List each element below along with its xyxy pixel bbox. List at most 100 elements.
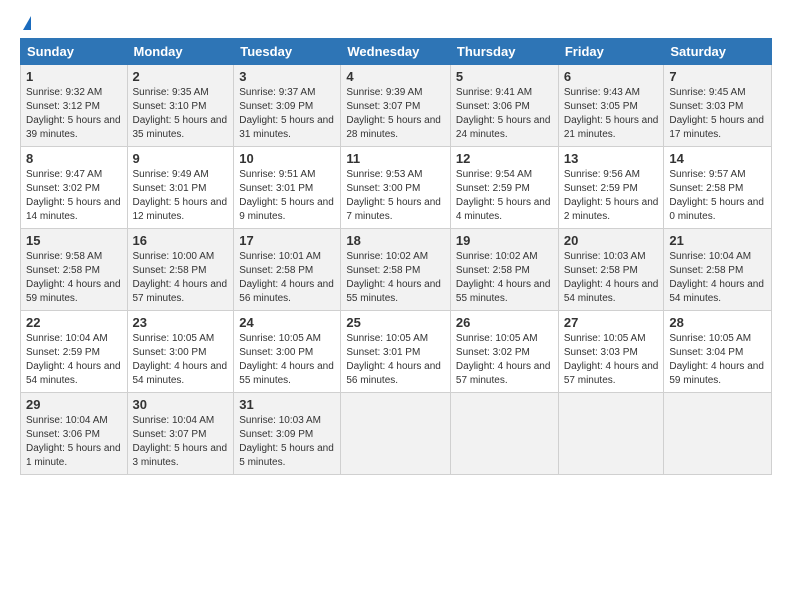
calendar-cell: [341, 393, 451, 475]
day-number: 27: [564, 315, 659, 330]
sunrise-text: Sunrise: 9:37 AMSunset: 3:09 PMDaylight:…: [239, 87, 334, 140]
sunrise-text: Sunrise: 9:51 AMSunset: 3:01 PMDaylight:…: [239, 169, 334, 222]
day-number: 11: [346, 151, 445, 166]
day-number: 14: [669, 151, 766, 166]
calendar-cell: [450, 393, 558, 475]
calendar-cell: 23 Sunrise: 10:05 AMSunset: 3:00 PMDaylig…: [127, 311, 234, 393]
sunrise-text: Sunrise: 9:41 AMSunset: 3:06 PMDaylight:…: [456, 87, 551, 140]
calendar-week-row: 15 Sunrise: 9:58 AMSunset: 2:58 PMDayligh…: [21, 229, 772, 311]
day-number: 2: [133, 69, 229, 84]
sunrise-text: Sunrise: 10:05 AMSunset: 3:01 PMDaylight…: [346, 333, 441, 386]
calendar-cell: 29 Sunrise: 10:04 AMSunset: 3:06 PMDaylig…: [21, 393, 128, 475]
sunrise-text: Sunrise: 10:00 AMSunset: 2:58 PMDaylight…: [133, 251, 228, 304]
calendar-cell: 18 Sunrise: 10:02 AMSunset: 2:58 PMDaylig…: [341, 229, 451, 311]
day-number: 13: [564, 151, 659, 166]
day-number: 10: [239, 151, 335, 166]
calendar-cell: 11 Sunrise: 9:53 AMSunset: 3:00 PMDayligh…: [341, 147, 451, 229]
calendar-cell: 26 Sunrise: 10:05 AMSunset: 3:02 PMDaylig…: [450, 311, 558, 393]
calendar-cell: 6 Sunrise: 9:43 AMSunset: 3:05 PMDaylight…: [558, 65, 664, 147]
sunrise-text: Sunrise: 10:04 AMSunset: 3:07 PMDaylight…: [133, 415, 228, 468]
sunrise-text: Sunrise: 9:43 AMSunset: 3:05 PMDaylight:…: [564, 87, 659, 140]
sunrise-text: Sunrise: 9:49 AMSunset: 3:01 PMDaylight:…: [133, 169, 228, 222]
calendar-cell: 4Sunrise: 9:39 AMSunset: 3:07 PMDaylight…: [341, 65, 451, 147]
logo-triangle-icon: [23, 16, 31, 30]
day-number: 28: [669, 315, 766, 330]
sunrise-text: Sunrise: 9:58 AMSunset: 2:58 PMDaylight:…: [26, 251, 121, 304]
header-cell-thursday: Thursday: [450, 39, 558, 65]
sunrise-text: Sunrise: 10:05 AMSunset: 3:03 PMDaylight…: [564, 333, 659, 386]
day-number: 29: [26, 397, 122, 412]
day-number: 23: [133, 315, 229, 330]
sunrise-text: Sunrise: 9:56 AMSunset: 2:59 PMDaylight:…: [564, 169, 659, 222]
day-number: 18: [346, 233, 445, 248]
calendar-week-row: 1 Sunrise: 9:32 AMSunset: 3:12 PMDaylight…: [21, 65, 772, 147]
logo: [20, 16, 31, 30]
calendar-table: SundayMondayTuesdayWednesdayThursdayFrid…: [20, 38, 772, 475]
calendar-cell: 14 Sunrise: 9:57 AMSunset: 2:58 PMDayligh…: [664, 147, 772, 229]
header-cell-sunday: Sunday: [21, 39, 128, 65]
sunrise-text: Sunrise: 10:05 AMSunset: 3:00 PMDaylight…: [239, 333, 334, 386]
sunrise-text: Sunrise: 10:02 AMSunset: 2:58 PMDaylight…: [456, 251, 551, 304]
day-number: 30: [133, 397, 229, 412]
sunrise-text: Sunrise: 9:45 AMSunset: 3:03 PMDaylight:…: [669, 87, 764, 140]
calendar-cell: 27 Sunrise: 10:05 AMSunset: 3:03 PMDaylig…: [558, 311, 664, 393]
sunrise-text: Sunrise: 10:04 AMSunset: 2:59 PMDaylight…: [26, 333, 121, 386]
calendar-cell: 2 Sunrise: 9:35 AMSunset: 3:10 PMDaylight…: [127, 65, 234, 147]
day-number: 3: [239, 69, 335, 84]
day-number: 31: [239, 397, 335, 412]
sunrise-text: Sunrise: 9:57 AMSunset: 2:58 PMDaylight:…: [669, 169, 764, 222]
calendar-week-row: 8Sunrise: 9:47 AMSunset: 3:02 PMDaylight…: [21, 147, 772, 229]
sunrise-text: Sunrise: 10:04 AMSunset: 3:06 PMDaylight…: [26, 415, 121, 468]
sunrise-text: Sunrise: 9:39 AMSunset: 3:07 PMDaylight:…: [346, 87, 441, 140]
day-number: 17: [239, 233, 335, 248]
header-cell-saturday: Saturday: [664, 39, 772, 65]
day-number: 1: [26, 69, 122, 84]
calendar-cell: 10 Sunrise: 9:51 AMSunset: 3:01 PMDayligh…: [234, 147, 341, 229]
day-number: 26: [456, 315, 553, 330]
calendar-cell: 8Sunrise: 9:47 AMSunset: 3:02 PMDaylight…: [21, 147, 128, 229]
calendar-cell: 12Sunrise: 9:54 AMSunset: 2:59 PMDayligh…: [450, 147, 558, 229]
header: [20, 16, 772, 30]
calendar-cell: 15 Sunrise: 9:58 AMSunset: 2:58 PMDayligh…: [21, 229, 128, 311]
sunrise-text: Sunrise: 9:47 AMSunset: 3:02 PMDaylight:…: [26, 169, 121, 222]
day-number: 16: [133, 233, 229, 248]
day-number: 15: [26, 233, 122, 248]
calendar-cell: 5 Sunrise: 9:41 AMSunset: 3:06 PMDaylight…: [450, 65, 558, 147]
sunrise-text: Sunrise: 10:04 AMSunset: 2:58 PMDaylight…: [669, 251, 764, 304]
header-cell-wednesday: Wednesday: [341, 39, 451, 65]
calendar-cell: 13 Sunrise: 9:56 AMSunset: 2:59 PMDayligh…: [558, 147, 664, 229]
header-row: SundayMondayTuesdayWednesdayThursdayFrid…: [21, 39, 772, 65]
day-number: 5: [456, 69, 553, 84]
day-number: 7: [669, 69, 766, 84]
sunrise-text: Sunrise: 9:53 AMSunset: 3:00 PMDaylight:…: [346, 169, 441, 222]
calendar-cell: 30 Sunrise: 10:04 AMSunset: 3:07 PMDaylig…: [127, 393, 234, 475]
day-number: 20: [564, 233, 659, 248]
calendar-cell: 1 Sunrise: 9:32 AMSunset: 3:12 PMDaylight…: [21, 65, 128, 147]
calendar-week-row: 29 Sunrise: 10:04 AMSunset: 3:06 PMDaylig…: [21, 393, 772, 475]
sunrise-text: Sunrise: 10:05 AMSunset: 3:02 PMDaylight…: [456, 333, 551, 386]
calendar-cell: 17 Sunrise: 10:01 AMSunset: 2:58 PMDaylig…: [234, 229, 341, 311]
sunrise-text: Sunrise: 10:03 AMSunset: 3:09 PMDaylight…: [239, 415, 334, 468]
calendar-cell: 28Sunrise: 10:05 AMSunset: 3:04 PMDaylig…: [664, 311, 772, 393]
calendar-cell: 16 Sunrise: 10:00 AMSunset: 2:58 PMDaylig…: [127, 229, 234, 311]
calendar-cell: 7 Sunrise: 9:45 AMSunset: 3:03 PMDaylight…: [664, 65, 772, 147]
calendar-cell: 9 Sunrise: 9:49 AMSunset: 3:01 PMDaylight…: [127, 147, 234, 229]
calendar-cell: 31 Sunrise: 10:03 AMSunset: 3:09 PMDaylig…: [234, 393, 341, 475]
calendar-cell: 22 Sunrise: 10:04 AMSunset: 2:59 PMDaylig…: [21, 311, 128, 393]
calendar-cell: 24Sunrise: 10:05 AMSunset: 3:00 PMDaylig…: [234, 311, 341, 393]
day-number: 25: [346, 315, 445, 330]
sunrise-text: Sunrise: 9:32 AMSunset: 3:12 PMDaylight:…: [26, 87, 121, 140]
day-number: 6: [564, 69, 659, 84]
calendar-cell: [664, 393, 772, 475]
sunrise-text: Sunrise: 10:03 AMSunset: 2:58 PMDaylight…: [564, 251, 659, 304]
calendar-cell: 21Sunrise: 10:04 AMSunset: 2:58 PMDaylig…: [664, 229, 772, 311]
calendar-cell: 19 Sunrise: 10:02 AMSunset: 2:58 PMDaylig…: [450, 229, 558, 311]
header-cell-friday: Friday: [558, 39, 664, 65]
day-number: 9: [133, 151, 229, 166]
day-number: 22: [26, 315, 122, 330]
sunrise-text: Sunrise: 10:01 AMSunset: 2:58 PMDaylight…: [239, 251, 334, 304]
day-number: 19: [456, 233, 553, 248]
sunrise-text: Sunrise: 9:35 AMSunset: 3:10 PMDaylight:…: [133, 87, 228, 140]
sunrise-text: Sunrise: 10:05 AMSunset: 3:00 PMDaylight…: [133, 333, 228, 386]
sunrise-text: Sunrise: 10:02 AMSunset: 2:58 PMDaylight…: [346, 251, 441, 304]
